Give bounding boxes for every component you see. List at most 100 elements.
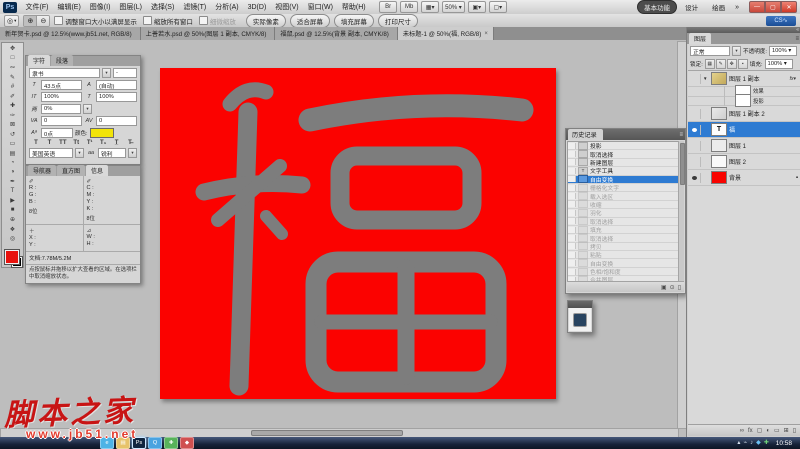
history-brush-source[interactable] [568, 243, 576, 249]
zoom-tool[interactable]: ◎ [2, 234, 23, 244]
history-brush-source[interactable] [568, 252, 576, 258]
crop-tool[interactable]: # [2, 82, 23, 92]
minimize-button[interactable]: — [749, 1, 765, 13]
options-button[interactable]: 打印尺寸 [378, 14, 418, 28]
layer-effects-icon[interactable]: fx▾ [790, 76, 796, 82]
eyedropper-tool[interactable]: ✐ [2, 92, 23, 102]
menu-item[interactable]: 滤镜(T) [179, 1, 211, 14]
layer-row[interactable]: 投影 [688, 97, 800, 107]
layer-visibility-toggle[interactable] [690, 141, 701, 151]
chevron-down-icon[interactable]: ▾ [83, 104, 92, 114]
menu-item[interactable]: 分析(A) [211, 1, 243, 14]
options-button[interactable]: 填充屏幕 [334, 14, 374, 28]
document-tab[interactable]: 新年贺卡.psd @ 12.5%(www.jb51.net, RGB/8) [0, 27, 141, 40]
options-checkbox[interactable]: 细微缩放 [199, 16, 236, 26]
layer-row[interactable]: 图层 1 副本 2 [688, 106, 800, 122]
layer-name[interactable]: 图层 2 [729, 157, 794, 166]
options-checkbox[interactable]: 缩放所有窗口 [143, 16, 193, 26]
screen-mode-icon[interactable]: ▢▾ [489, 1, 507, 13]
layer-visibility-toggle[interactable] [690, 109, 701, 119]
expand-effects-icon[interactable]: ▼ [703, 76, 709, 81]
document-tab[interactable]: 上善若水.psd @ 50%(图层 1 副本, CMYK/8) [141, 27, 276, 40]
antialias-select[interactable]: 锐利 [98, 148, 126, 158]
brush-tool[interactable]: ✑ [2, 111, 23, 121]
collapsed-panel-thumbnail-icon[interactable] [573, 313, 587, 327]
options-checkbox[interactable]: 调整窗口大小以满屏显示 [54, 16, 137, 26]
panel-tab[interactable]: 直方图 [57, 165, 85, 176]
zoom-out-icon[interactable]: ⊖ [37, 16, 49, 26]
layer-visibility-toggle[interactable] [690, 157, 701, 167]
lock-position-icon[interactable]: ✥ [727, 59, 737, 69]
create-snapshot-icon[interactable]: ⊙ [670, 284, 675, 291]
quick-selection-tool[interactable]: ✎ [2, 73, 23, 83]
text-color-swatch[interactable] [90, 128, 114, 138]
layer-thumbnail[interactable] [711, 72, 727, 85]
panel-menu-icon[interactable]: ≡ [679, 130, 683, 140]
mini-bridge-icon[interactable]: Mb [400, 1, 418, 13]
font-size-input[interactable]: 43.5点 [41, 80, 82, 90]
security-tray-icon[interactable]: ✚ [764, 438, 769, 448]
collapsed-panel-header[interactable] [568, 301, 592, 308]
layer-row[interactable]: 背景 ▪ [688, 170, 800, 186]
panel-tab[interactable]: 字符 [28, 55, 50, 66]
lock-all-icon[interactable]: ▪ [738, 59, 748, 69]
path-selection-tool[interactable]: ▶ [2, 196, 23, 206]
shape-tool[interactable]: ■ [2, 206, 23, 216]
layer-thumbnail[interactable] [735, 94, 751, 107]
zoom-in-icon[interactable]: ⊕ [24, 16, 37, 26]
history-brush-source[interactable] [568, 210, 576, 216]
menu-item[interactable]: 帮助(H) [337, 1, 370, 14]
cs-live-icon[interactable]: CS∿ [766, 16, 796, 26]
layer-visibility-toggle[interactable] [714, 86, 725, 96]
network-icon[interactable]: ⌁ [743, 438, 747, 448]
layer-name[interactable]: 背景 [729, 173, 792, 182]
history-brush-source[interactable] [568, 176, 576, 182]
options-button[interactable]: 适合屏幕 [290, 14, 330, 28]
document-tab[interactable]: 福鼠.psd @ 12.5%(背景 副本, CMYK/8) [275, 27, 397, 40]
tracking-input[interactable]: 0 [41, 116, 82, 126]
layer-thumbnail[interactable] [711, 139, 727, 152]
history-brush-source[interactable] [568, 159, 576, 165]
layer-visibility-toggle[interactable] [690, 125, 701, 135]
menu-item[interactable]: 窗口(W) [303, 1, 337, 14]
menu-item[interactable]: 图层(L) [115, 1, 147, 14]
layer-mask-icon[interactable]: ▢ [757, 427, 763, 434]
text-style-button[interactable]: Tt [71, 140, 81, 146]
taskbar-qq-icon[interactable]: Q [148, 437, 162, 449]
layer-row[interactable]: 图层 1 [688, 138, 800, 154]
vertical-scale-input[interactable]: 100% [41, 92, 82, 102]
taskbar-ie-icon[interactable]: e [100, 437, 114, 449]
layer-thumbnail[interactable] [711, 107, 727, 120]
blur-tool[interactable]: ◔ [2, 158, 23, 168]
move-tool[interactable]: ✥ [2, 44, 23, 54]
history-brush-source[interactable] [568, 151, 576, 157]
text-style-button[interactable]: T̲ [112, 140, 122, 146]
new-layer-icon[interactable]: ⊞ [784, 427, 789, 434]
history-brush-source[interactable] [568, 218, 576, 224]
clone-stamp-tool[interactable]: ⊠ [2, 120, 23, 130]
canvas[interactable]: 福 [160, 68, 556, 399]
taskbar-media-icon[interactable]: ✚ [164, 437, 178, 449]
tray-expand-icon[interactable]: ▴ [737, 438, 740, 448]
adjustment-layer-icon[interactable]: ◐ [766, 428, 770, 434]
panel-tab[interactable]: 段落 [51, 55, 73, 66]
menu-item[interactable]: 选择(S) [146, 1, 178, 14]
bridge-icon[interactable]: Br [379, 1, 397, 13]
arrange-documents-icon[interactable]: ▣▾ [468, 1, 486, 13]
gradient-tool[interactable]: ▤ [2, 149, 23, 159]
text-style-button[interactable]: TT [58, 140, 68, 146]
layer-visibility-toggle[interactable] [690, 74, 701, 84]
volume-icon[interactable]: ♪ [750, 438, 753, 448]
taskbar-clock[interactable]: 10:58 [772, 440, 796, 447]
link-layers-icon[interactable]: ∞ [740, 428, 744, 434]
fill-input[interactable]: 100% ▾ [765, 59, 793, 69]
zoom-tool-preset[interactable]: ◎▾ [4, 15, 19, 27]
workspace-button[interactable]: 设计 [679, 1, 704, 13]
history-scrollbar[interactable] [678, 141, 684, 282]
new-document-from-state-icon[interactable]: ▣ [661, 284, 667, 291]
chevron-down-icon[interactable]: ▾ [732, 46, 741, 56]
panel-menu-icon[interactable]: ≡ [795, 34, 799, 44]
history-brush-source[interactable] [568, 201, 576, 207]
layer-row[interactable]: 图层 2 [688, 154, 800, 170]
chevron-down-icon[interactable]: ▾ [128, 148, 137, 158]
